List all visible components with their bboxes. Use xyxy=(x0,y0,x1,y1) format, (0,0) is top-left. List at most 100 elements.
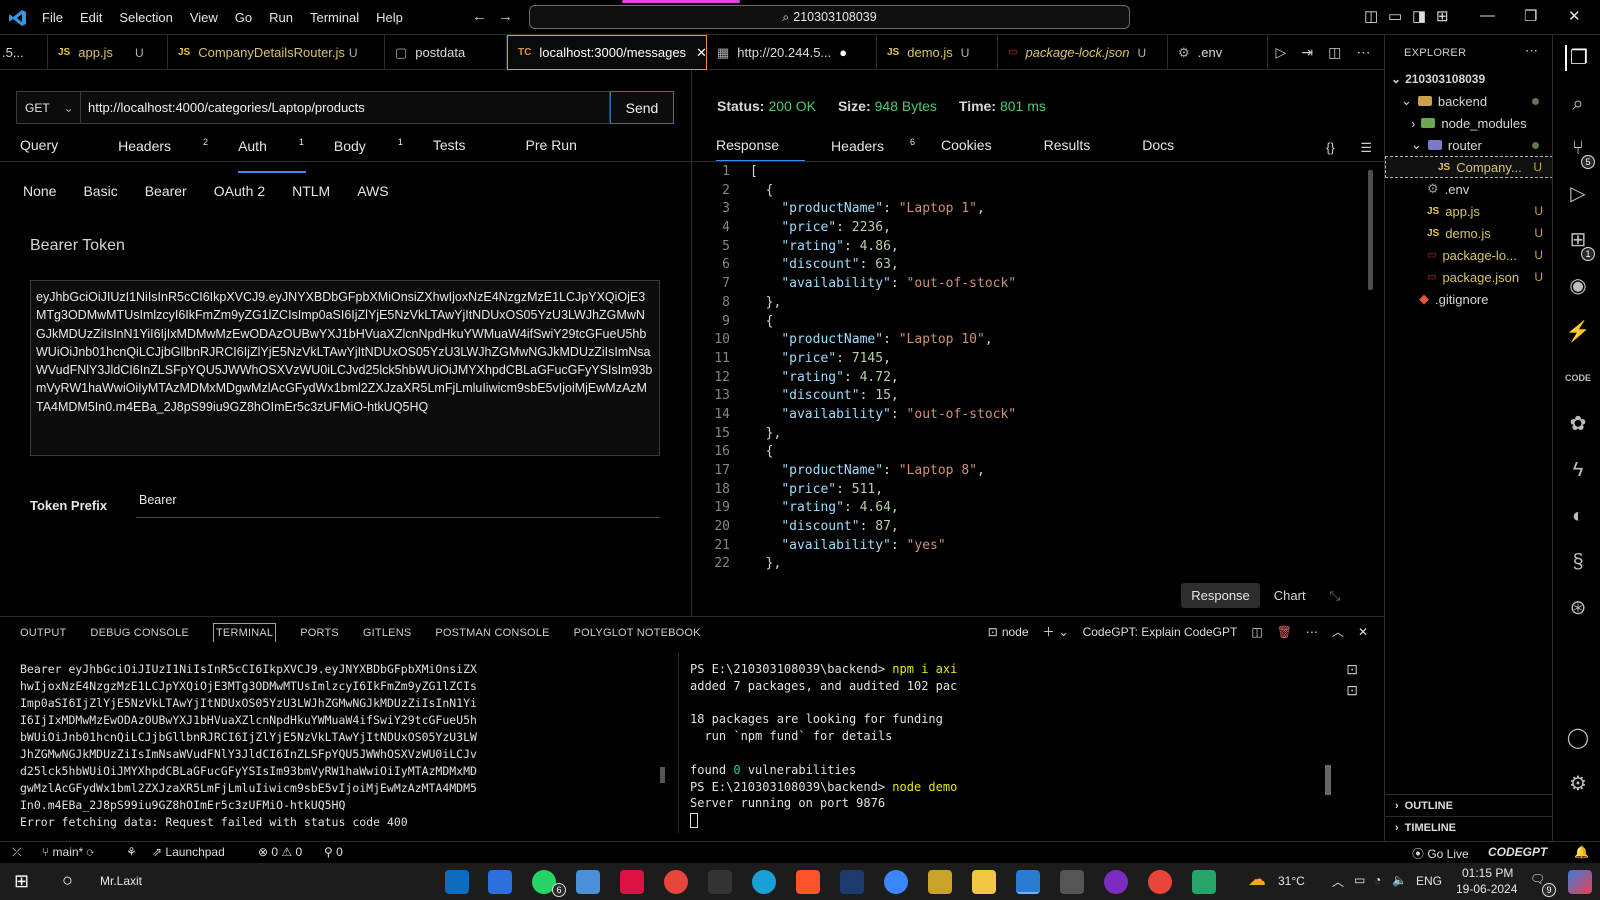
file-explorer-icon[interactable] xyxy=(972,870,996,894)
volume-icon[interactable]: 🔈 xyxy=(1392,873,1407,887)
auth-none[interactable]: None xyxy=(23,183,56,199)
lightning-icon[interactable]: ϟ xyxy=(1565,457,1591,483)
edge-icon[interactable] xyxy=(752,870,776,894)
tree-item-app-js[interactable]: JS app.js U xyxy=(1385,200,1553,222)
tree-item-router[interactable]: ⌄ router xyxy=(1385,134,1553,156)
menu-file[interactable]: File xyxy=(42,10,63,25)
go-live-button[interactable]: ⦿ Go Live xyxy=(1412,845,1469,862)
tab-http-20-244[interactable]: ▦ http://20.244.5... ● xyxy=(707,35,877,70)
menu-terminal[interactable]: Terminal xyxy=(310,10,359,25)
menu-run[interactable]: Run xyxy=(269,10,293,25)
search-icon[interactable]: ⌕ xyxy=(1565,91,1591,117)
tab-package-lock[interactable]: ▭ package-lock.json U xyxy=(998,35,1168,70)
terminal-list-item-icon[interactable]: ⊡ xyxy=(1346,661,1358,678)
windows-start-icon[interactable]: ⊞ xyxy=(14,871,29,892)
terminal-split-divider[interactable] xyxy=(678,653,679,833)
notifications-bell-icon[interactable]: 🔔 xyxy=(1574,845,1589,859)
menu-lines-icon[interactable]: ☰ xyxy=(1360,140,1372,155)
close-tab-icon[interactable]: ✕ xyxy=(696,45,706,61)
notification-center-icon[interactable]: 🗨 xyxy=(1530,872,1545,886)
tree-item-node-modules[interactable]: › node_modules xyxy=(1385,112,1553,134)
launchpad-button[interactable]: ⇗ Launchpad xyxy=(152,845,225,859)
clock-date[interactable]: 19-06-2024 xyxy=(1456,882,1517,896)
more-actions-icon[interactable]: ⋯ xyxy=(1306,625,1318,639)
token-prefix-input[interactable]: Bearer xyxy=(136,488,660,518)
xampp-icon[interactable] xyxy=(620,870,644,894)
tab-terminal[interactable]: TERMINAL xyxy=(213,623,277,642)
more-actions-icon[interactable]: ⋯ xyxy=(1525,43,1538,59)
tab-response-headers[interactable]: Headers 6 xyxy=(831,137,915,154)
tree-root[interactable]: ⌄ 210303108039 xyxy=(1385,68,1553,90)
brave-icon[interactable] xyxy=(796,870,820,894)
remote-icon[interactable]: ⤫ xyxy=(12,845,22,860)
split-terminal-icon[interactable]: ◫ xyxy=(1251,625,1262,639)
tree-item-backend[interactable]: ⌄ backend xyxy=(1385,90,1553,112)
send-button[interactable]: Send xyxy=(610,91,674,124)
translate-icon[interactable] xyxy=(884,870,908,894)
settings-gear-icon[interactable]: ⚙ xyxy=(1565,771,1591,797)
explorer-files-icon[interactable]: ❐ xyxy=(1565,45,1591,71)
menu-go[interactable]: Go xyxy=(235,10,252,25)
tab-gitlens[interactable]: GITLENS xyxy=(363,627,411,642)
app3-icon[interactable] xyxy=(1192,870,1216,894)
customize-layout-icon[interactable]: ⊞ xyxy=(1436,7,1449,25)
app2-icon[interactable] xyxy=(928,870,952,894)
restore-icon[interactable]: ❐ xyxy=(1524,7,1537,25)
view-response-button[interactable]: Response xyxy=(1181,583,1260,608)
terminal-name[interactable]: node xyxy=(1002,625,1029,639)
github-desktop-icon[interactable] xyxy=(1104,870,1128,894)
ports-indicator[interactable]: ⚲ 0 xyxy=(324,845,343,859)
toggle-primary-sidebar-icon[interactable]: ◫ xyxy=(1364,7,1378,25)
braces-icon[interactable]: {} xyxy=(1326,140,1335,155)
outline-section[interactable]: › OUTLINE xyxy=(1385,794,1553,816)
tab-debug-console[interactable]: DEBUG CONSOLE xyxy=(90,627,189,642)
run-debug-icon[interactable]: ▷ xyxy=(1565,181,1591,207)
maximize-panel-icon[interactable]: ︿ xyxy=(1332,623,1344,640)
url-input[interactable]: http://localhost:4000/categories/Laptop/… xyxy=(80,91,610,124)
git-graph-icon[interactable]: ⚘ xyxy=(126,845,137,859)
method-select[interactable]: GET ⌄ xyxy=(16,91,81,124)
codegpt-explain-button[interactable]: CodeGPT: Explain CodeGPT xyxy=(1083,625,1238,639)
more-actions-icon[interactable]: ⋯ xyxy=(1356,44,1370,61)
tab-companydetailsrouter[interactable]: JS CompanyDetailsRouter.js U xyxy=(168,35,385,70)
auth-ntlm[interactable]: NTLM xyxy=(292,183,330,199)
tab-cookies[interactable]: Cookies xyxy=(941,137,1018,154)
codegpt-status[interactable]: CODEGPT xyxy=(1488,845,1547,859)
toggle-panel-icon[interactable]: ▭ xyxy=(1388,7,1402,25)
clock-time[interactable]: 01:15 PM xyxy=(1462,866,1513,880)
copilot-icon[interactable] xyxy=(1568,870,1592,894)
tree-item-env[interactable]: ⚙ .env xyxy=(1385,178,1553,200)
forward-arrow-icon[interactable]: → xyxy=(498,8,513,25)
box-app-icon[interactable] xyxy=(708,870,732,894)
split-editor-icon[interactable]: ◫ xyxy=(1328,44,1341,61)
tab-postman-console[interactable]: POSTMAN CONSOLE xyxy=(435,627,549,642)
tab-results[interactable]: Results xyxy=(1044,137,1117,154)
gitlens-icon[interactable]: ◐ xyxy=(1565,503,1591,529)
toggle-secondary-sidebar-icon[interactable]: ◨ xyxy=(1412,7,1426,25)
chrome-icon[interactable] xyxy=(664,870,688,894)
menu-help[interactable]: Help xyxy=(376,10,403,25)
tab-localhost-messages[interactable]: TC localhost:3000/messages ✕ xyxy=(507,35,707,70)
battery-icon[interactable]: ▭ xyxy=(1354,873,1365,887)
account-icon[interactable]: ◯ xyxy=(1565,725,1591,751)
outlook-icon[interactable] xyxy=(445,870,469,894)
tab-polyglot-notebook[interactable]: POLYGLOT NOTEBOOK xyxy=(574,627,701,642)
terminal-list-item-icon[interactable]: ⊡ xyxy=(1346,682,1358,699)
run-icon[interactable]: ▷ xyxy=(1276,44,1287,61)
auth-basic[interactable]: Basic xyxy=(83,183,117,199)
tab-truncated[interactable]: .5... xyxy=(0,35,48,70)
bearer-token-textarea[interactable]: eyJhbGciOiJIUzI1NiIsInR5cCI6IkpXVCJ9.eyJ… xyxy=(30,280,660,456)
python-icon[interactable]: § xyxy=(1565,549,1591,575)
auth-oauth2[interactable]: OAuth 2 xyxy=(214,183,265,199)
tab-app-js[interactable]: JS app.js U xyxy=(48,35,168,70)
tree-item-gitignore[interactable]: ◆ .gitignore xyxy=(1385,288,1553,310)
chatgpt-icon[interactable]: ✿ xyxy=(1565,411,1591,437)
minimize-icon[interactable]: — xyxy=(1480,7,1495,24)
close-window-icon[interactable]: ✕ xyxy=(1568,7,1581,25)
response-scrollbar[interactable] xyxy=(1368,170,1373,290)
response-json-viewer[interactable]: 1[2 {3 "productName": "Laptop 1", 4 "pric… xyxy=(692,163,1372,575)
chrome-profile-icon[interactable] xyxy=(1148,870,1172,894)
store-icon[interactable] xyxy=(576,870,600,894)
timeline-section[interactable]: › TIMELINE xyxy=(1385,816,1553,838)
close-panel-icon[interactable]: ✕ xyxy=(1358,625,1368,639)
